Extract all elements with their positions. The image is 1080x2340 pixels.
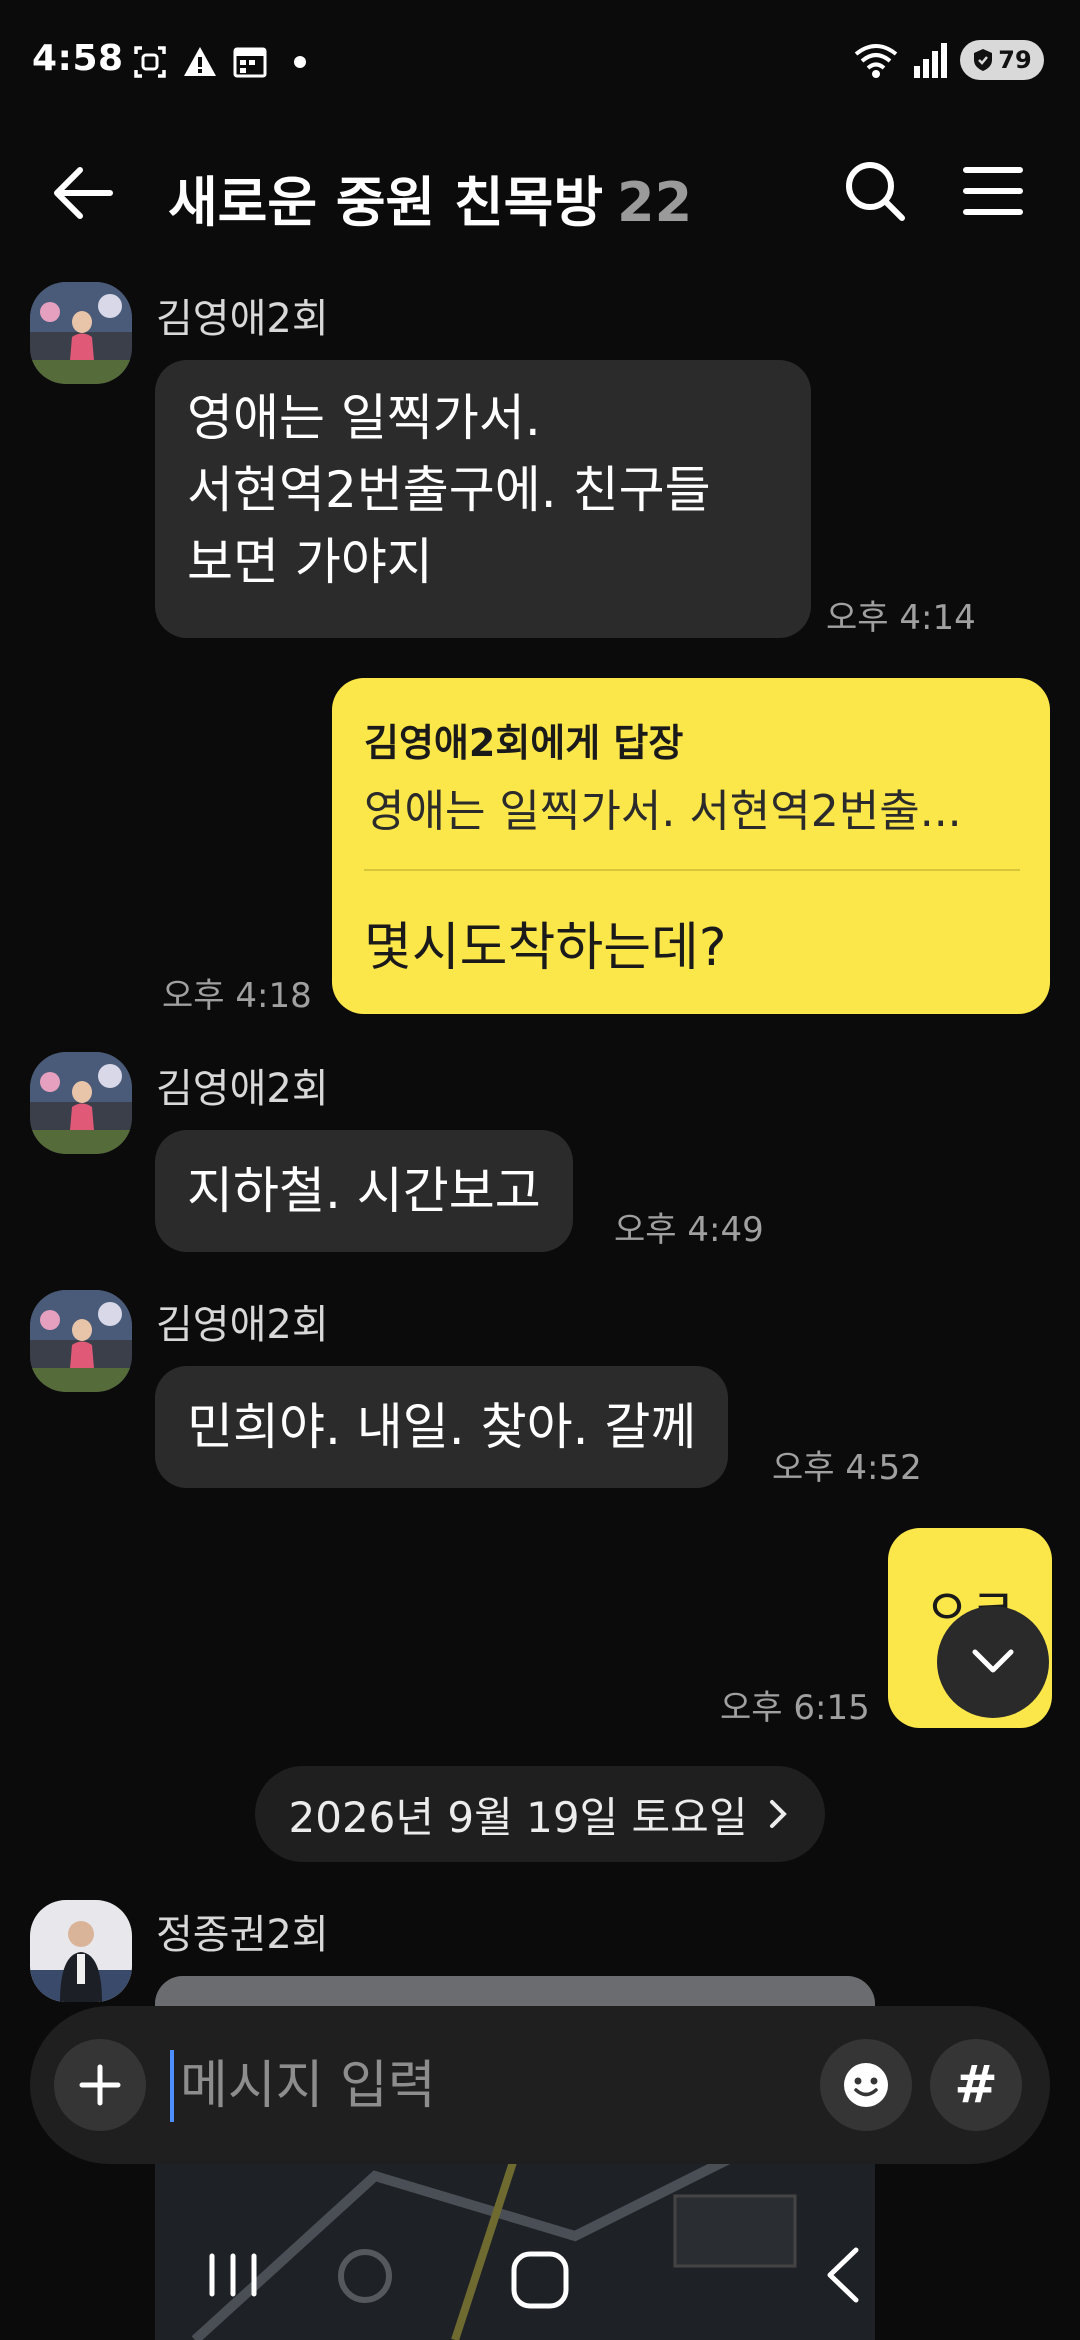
menu-button[interactable] <box>958 156 1028 226</box>
recent-apps-icon <box>209 2253 257 2297</box>
message-time: 오후 4:52 <box>772 1448 922 1488</box>
sender-name: 김영애2회 <box>156 296 329 342</box>
quoted-message[interactable]: 영애는 일찍가서. 서현역2번출... <box>364 775 1020 839</box>
chat-title: 새로운 중원 친목방 22 <box>168 158 692 237</box>
chevron-left-icon <box>827 2247 859 2303</box>
profile-photo-icon <box>30 1900 132 2002</box>
system-icons: 79 <box>852 40 1044 80</box>
emoji-button[interactable] <box>820 2039 912 2131</box>
sender-name: 김영애2회 <box>156 1302 329 1348</box>
avatar[interactable] <box>30 282 132 384</box>
screenshot-icon <box>134 46 166 78</box>
warning-icon <box>184 47 216 76</box>
message-bubble[interactable]: 영애는 일찍가서. 서현역2번출구에. 친구들 보면 가야지 <box>155 360 811 638</box>
message-time: 오후 4:14 <box>826 598 976 638</box>
message-text: 지하철. 시간보고 <box>187 1162 541 1220</box>
search-button[interactable] <box>840 156 910 226</box>
back-button[interactable] <box>48 158 118 228</box>
hashtag-button[interactable]: # <box>930 2039 1022 2131</box>
member-count: 22 <box>617 171 693 234</box>
home-button[interactable] <box>500 2240 580 2320</box>
status-bar: 4:58 79 <box>0 0 1080 120</box>
profile-photo-icon <box>30 1290 132 1392</box>
message-line: 보면 가야지 <box>187 533 433 591</box>
avatar[interactable] <box>30 1900 132 2002</box>
profile-photo-icon <box>30 282 132 384</box>
reply-divider <box>364 869 1020 871</box>
message-input[interactable] <box>170 2050 810 2122</box>
smile-icon <box>844 2063 888 2107</box>
chevron-right-icon <box>770 1800 788 1828</box>
scroll-to-bottom-button[interactable] <box>937 1606 1049 1718</box>
avatar[interactable] <box>30 1290 132 1392</box>
message-time: 오후 4:49 <box>614 1210 764 1250</box>
chat-header: 새로운 중원 친목방 22 <box>0 120 1080 260</box>
status-time: 4:58 <box>32 38 124 79</box>
nav-back-button[interactable] <box>810 2240 880 2310</box>
notification-icons <box>132 44 318 80</box>
home-icon <box>511 2251 569 2309</box>
battery-icon: 79 <box>960 40 1044 80</box>
calendar-icon <box>233 47 267 78</box>
sender-name: 김영애2회 <box>156 1066 329 1112</box>
dot-icon <box>294 56 306 68</box>
search-icon <box>846 162 905 221</box>
date-text: 2026년 9월 19일 토요일 <box>288 1792 748 1842</box>
shield-icon <box>974 49 993 71</box>
sender-name: 정종권2회 <box>156 1912 329 1958</box>
signal-icon <box>914 43 947 78</box>
profile-photo-icon <box>30 1052 132 1154</box>
message-text: 몇시도착하는데? <box>364 918 727 978</box>
arrow-left-icon <box>54 167 113 219</box>
recent-apps-button[interactable] <box>198 2240 268 2310</box>
reply-target: 김영애2회에게 답장 <box>364 721 684 765</box>
battery-level: 79 <box>998 46 1032 74</box>
message-time: 오후 6:15 <box>720 1688 870 1728</box>
wifi-icon <box>854 44 898 78</box>
hamburger-icon <box>963 167 1023 215</box>
message-text: 민희야. 내일. 찾아. 갈께 <box>187 1398 697 1456</box>
message-line: 서현역2번출구에. 친구들 <box>187 461 711 519</box>
avatar[interactable] <box>30 1052 132 1154</box>
navigation-bar <box>0 2220 1080 2340</box>
date-divider[interactable]: 2026년 9월 19일 토요일 <box>255 1766 825 1862</box>
message-line: 영애는 일찍가서. <box>187 389 541 447</box>
message-time: 오후 4:18 <box>162 976 312 1016</box>
chat-room-name: 새로운 중원 친목방 <box>168 171 604 234</box>
message-bubble[interactable]: 지하철. 시간보고 <box>155 1130 573 1252</box>
reply-bubble[interactable]: 김영애2회에게 답장 영애는 일찍가서. 서현역2번출... 몇시도착하는데? <box>332 678 1050 1014</box>
attach-button[interactable] <box>54 2039 146 2131</box>
message-bubble[interactable]: 민희야. 내일. 찾아. 갈께 <box>155 1366 729 1488</box>
chevron-down-icon <box>972 1649 1014 1673</box>
message-input-bar: # <box>30 2006 1050 2164</box>
plus-icon <box>79 2064 121 2106</box>
